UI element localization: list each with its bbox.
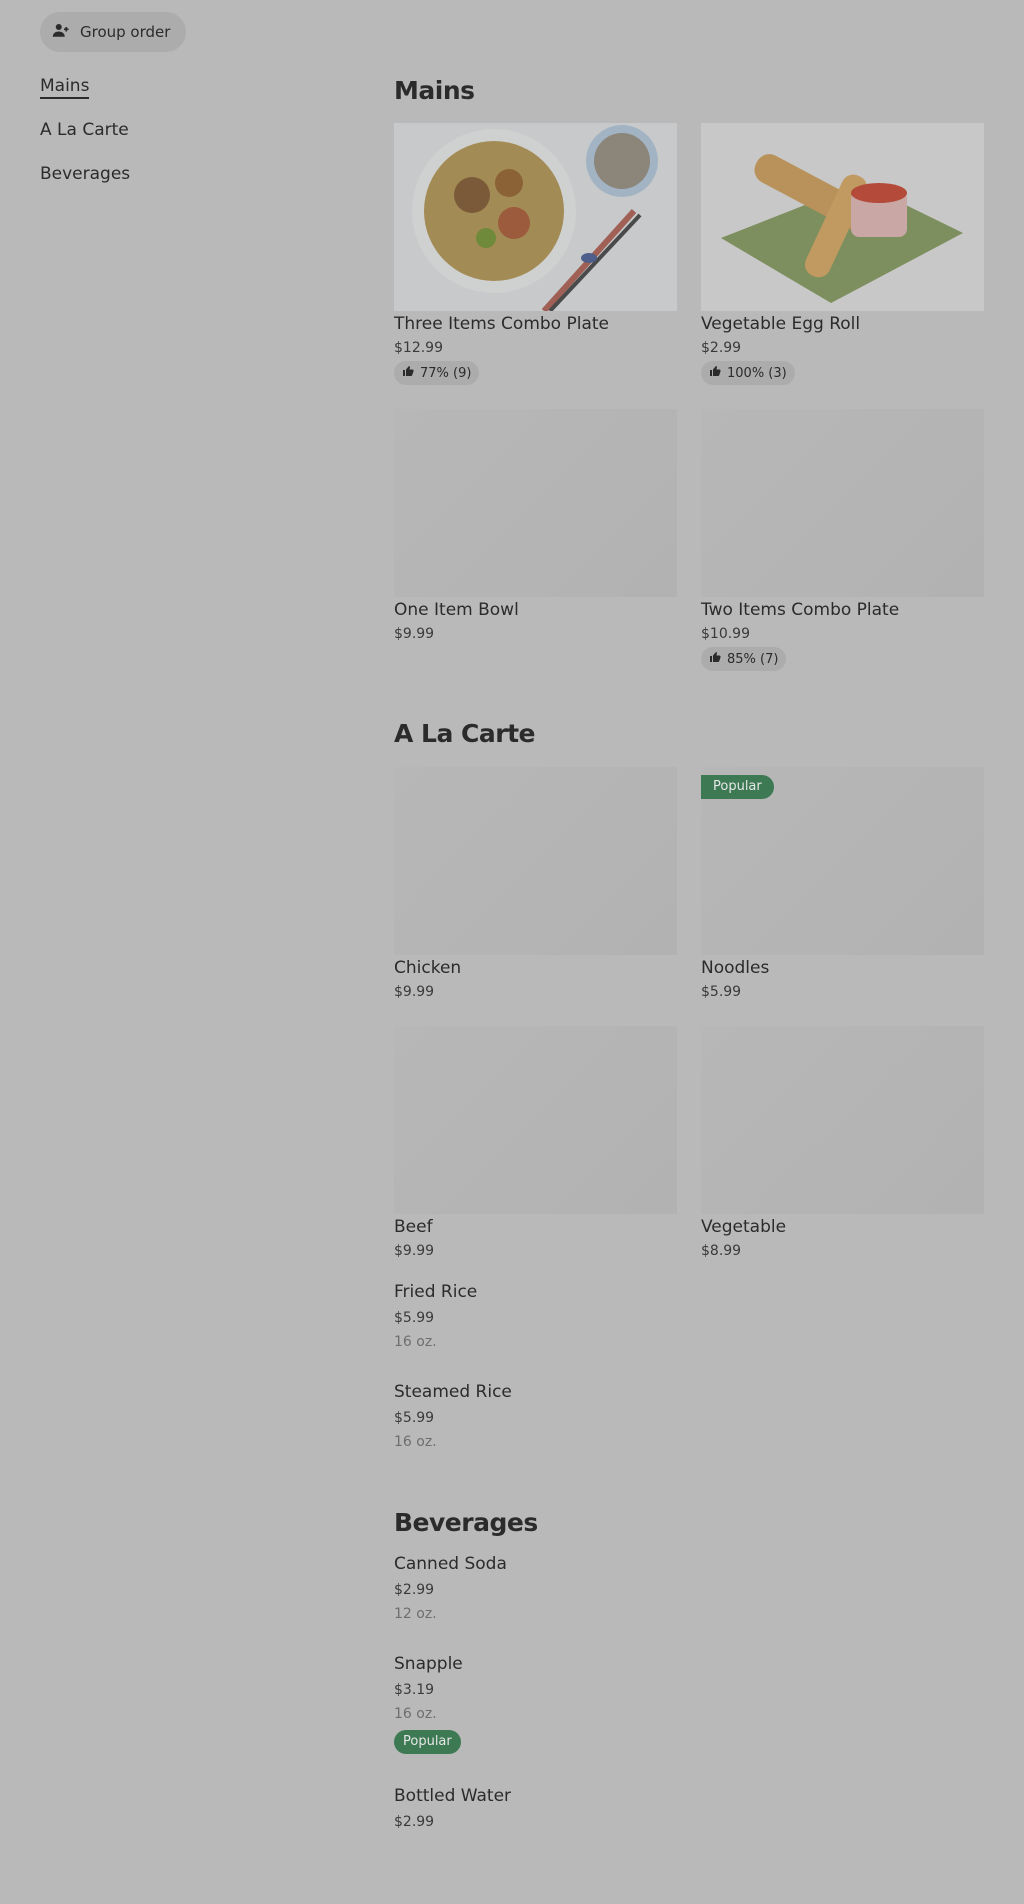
item-name: Vegetable <box>701 1217 787 1237</box>
thumbs-up-icon <box>709 651 721 667</box>
item-name: Bottled Water <box>394 1786 512 1806</box>
category-nav: Mains A La Carte Beverages <box>40 72 130 204</box>
item-price: $2.99 <box>701 340 742 356</box>
sidebar-item-a-la-carte[interactable]: A La Carte <box>40 116 130 160</box>
menu-item-card[interactable]: One Item Bowl $9.99 <box>394 409 677 642</box>
item-description: 16 oz. <box>394 1434 437 1450</box>
thumbs-up-icon <box>402 365 414 381</box>
menu-item-card[interactable]: Chicken $9.99 <box>394 767 677 1000</box>
rating-badge: 100% (3) <box>701 361 795 385</box>
sidebar-item-beverages[interactable]: Beverages <box>40 160 130 204</box>
menu-item-card[interactable]: Two Items Combo Plate $10.99 85% (7) <box>701 409 984 671</box>
item-name: Vegetable Egg Roll <box>701 314 861 334</box>
menu-item-row[interactable]: Fried Rice $5.99 16 oz. <box>394 1282 477 1350</box>
section-title-a-la-carte: A La Carte <box>394 719 536 748</box>
rating-badge: 85% (7) <box>701 647 787 671</box>
item-name: One Item Bowl <box>394 600 519 620</box>
image-placeholder <box>394 767 677 955</box>
item-price: $9.99 <box>394 984 435 1000</box>
item-description: 16 oz. <box>394 1706 437 1722</box>
item-name: Snapple <box>394 1654 463 1674</box>
menu-item-card[interactable]: Vegetable $8.99 <box>701 1026 984 1259</box>
item-name: Noodles <box>701 958 770 978</box>
section-title-beverages: Beverages <box>394 1508 538 1537</box>
item-description: 12 oz. <box>394 1606 437 1622</box>
add-person-icon <box>52 21 70 43</box>
menu-item-card[interactable]: Three Items Combo Plate $12.99 77% (9) <box>394 123 677 385</box>
section-title-mains: Mains <box>394 76 475 105</box>
image-placeholder: Popular <box>701 767 984 955</box>
rating-badge: 77% (9) <box>394 361 480 385</box>
menu-item-row[interactable]: Bottled Water $2.99 <box>394 1786 511 1830</box>
item-name: Beef <box>394 1217 433 1237</box>
popular-badge: Popular <box>394 1730 461 1754</box>
item-description: 16 oz. <box>394 1334 437 1350</box>
item-price: $9.99 <box>394 1243 435 1259</box>
item-name: Fried Rice <box>394 1282 478 1302</box>
item-price: $5.99 <box>394 1310 435 1326</box>
popular-badge: Popular <box>701 775 774 799</box>
image-placeholder <box>394 409 677 597</box>
item-price: $8.99 <box>701 1243 742 1259</box>
menu-item-row[interactable]: Steamed Rice $5.99 16 oz. <box>394 1382 512 1450</box>
menu-item-card[interactable]: Popular Noodles $5.99 <box>701 767 984 1000</box>
item-price: $2.99 <box>394 1582 435 1598</box>
food-image <box>394 123 677 311</box>
menu-item-row[interactable]: Canned Soda $2.99 12 oz. <box>394 1554 507 1622</box>
menu-item-row[interactable]: Snapple $3.19 16 oz. Popular <box>394 1654 463 1754</box>
item-price: $10.99 <box>701 626 750 642</box>
group-order-label: Group order <box>80 23 171 41</box>
image-placeholder <box>394 1026 677 1214</box>
group-order-button[interactable]: Group order <box>40 12 187 52</box>
image-placeholder <box>701 409 984 597</box>
item-name: Three Items Combo Plate <box>394 314 609 334</box>
item-price: $2.99 <box>394 1814 435 1830</box>
menu-item-card[interactable]: Beef $9.99 <box>394 1026 677 1259</box>
item-price: $5.99 <box>394 1410 435 1426</box>
food-image <box>701 123 984 311</box>
menu-item-card[interactable]: Vegetable Egg Roll $2.99 100% (3) <box>701 123 984 385</box>
item-price: $3.19 <box>394 1682 435 1698</box>
item-name: Two Items Combo Plate <box>701 600 900 620</box>
image-placeholder <box>701 1026 984 1214</box>
item-price: $12.99 <box>394 340 443 356</box>
item-price: $5.99 <box>701 984 742 1000</box>
sidebar-item-mains[interactable]: Mains <box>40 72 130 116</box>
item-name: Canned Soda <box>394 1554 507 1574</box>
item-name: Chicken <box>394 958 462 978</box>
item-price: $9.99 <box>394 626 435 642</box>
item-name: Steamed Rice <box>394 1382 512 1402</box>
thumbs-up-icon <box>709 365 721 381</box>
